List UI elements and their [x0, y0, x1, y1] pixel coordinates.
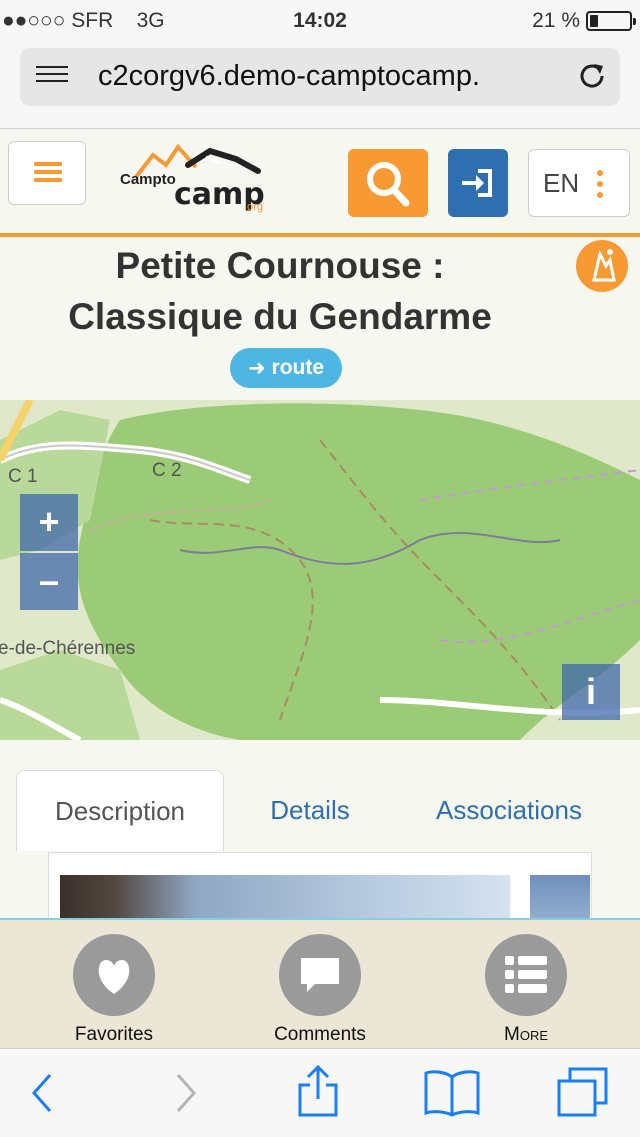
title-line-2: Classique du Gendarme [68, 296, 492, 337]
battery-fill [590, 15, 598, 27]
search-icon [367, 162, 410, 207]
list-icon [485, 934, 567, 1016]
page-title: Petite Cournouse : Classique du Gendarme [0, 240, 560, 342]
climbing-activity-icon [576, 240, 628, 292]
document-action-bar: Favorites Comments More [0, 918, 640, 1050]
browser-chrome: c2corgv6.demo-camptocamp. [0, 40, 640, 129]
map-label-c1: C 1 [8, 466, 38, 487]
camptocamp-logo[interactable]: Campto camp .org [118, 137, 278, 217]
address-bar[interactable]: c2corgv6.demo-camptocamp. [20, 48, 620, 106]
map-tiles [0, 400, 640, 740]
comments-button[interactable]: Comments [230, 934, 410, 1046]
map-label-village: e-de-Chérennes [0, 638, 136, 659]
route-map[interactable]: C 1 C 2 e-de-Chérennes + – i [0, 400, 640, 740]
tab-associations[interactable]: Associations [400, 770, 618, 850]
language-label: EN [543, 168, 580, 198]
tabs-icon[interactable] [556, 1067, 610, 1117]
back-icon[interactable] [28, 1071, 58, 1115]
battery-status: 21 % [532, 9, 636, 33]
battery-percent: 21 % [532, 9, 580, 32]
hamburger-icon [34, 162, 62, 166]
forward-icon[interactable] [170, 1071, 200, 1115]
favorites-button[interactable]: Favorites [24, 934, 204, 1046]
bookmarks-icon[interactable] [424, 1067, 480, 1117]
menu-button[interactable] [8, 141, 86, 205]
language-button[interactable]: EN [528, 149, 630, 217]
reader-list-icon[interactable] [36, 66, 68, 88]
zoom-out-button[interactable]: – [20, 553, 78, 610]
title-line-1: Petite Cournouse : [115, 245, 445, 286]
comment-icon [279, 934, 361, 1016]
login-icon [462, 169, 492, 197]
site-header: Campto camp .org EN [0, 129, 640, 237]
share-icon[interactable] [296, 1063, 340, 1119]
comments-label: Comments [274, 1024, 366, 1045]
route-badge-label: route [271, 356, 325, 379]
browser-toolbar [0, 1048, 640, 1137]
arrow-right-icon: ➜ [247, 356, 266, 380]
heart-icon [73, 934, 155, 1016]
map-info-button[interactable]: i [562, 664, 620, 720]
url-text[interactable]: c2corgv6.demo-camptocamp. [98, 60, 558, 93]
tab-details[interactable]: Details [232, 770, 388, 850]
more-button[interactable]: More [436, 934, 616, 1046]
search-button[interactable] [348, 149, 428, 217]
more-vertical-icon [597, 170, 603, 203]
favorites-label: Favorites [74, 1024, 154, 1045]
status-bar: ●●○○○ SFR 3G 14:02 21 % [0, 0, 640, 40]
login-button[interactable] [448, 149, 508, 217]
tab-description[interactable]: Description [16, 770, 224, 851]
more-label: More [504, 1024, 548, 1045]
route-badge[interactable]: ➜ route [230, 348, 342, 388]
zoom-in-button[interactable]: + [20, 494, 78, 551]
battery-icon [586, 11, 636, 31]
reload-icon[interactable] [576, 60, 608, 92]
map-label-c2: C 2 [152, 460, 182, 481]
